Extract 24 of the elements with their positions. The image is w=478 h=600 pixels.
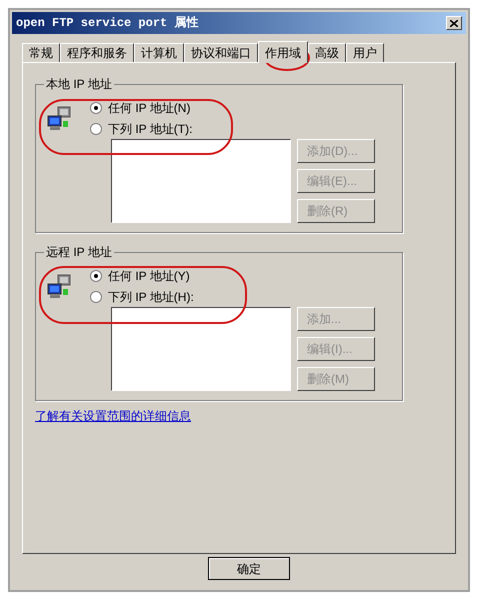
tab[interactable]: 协议和端口 bbox=[184, 43, 258, 62]
tab[interactable]: 作用域 bbox=[258, 41, 308, 63]
tab[interactable]: 用户 bbox=[346, 43, 384, 62]
tab[interactable]: 常规 bbox=[22, 43, 60, 62]
tab[interactable]: 程序和服务 bbox=[60, 43, 134, 62]
close-icon bbox=[450, 20, 458, 26]
tab[interactable]: 高级 bbox=[308, 43, 346, 62]
radio-option[interactable]: 任何 IP 地址(N) bbox=[90, 99, 192, 117]
radio-button[interactable] bbox=[90, 270, 102, 282]
ip-list-box[interactable] bbox=[111, 139, 291, 223]
window-title: open FTP service port 属性 bbox=[16, 15, 198, 32]
radio-option[interactable]: 下列 IP 地址(T): bbox=[90, 120, 192, 138]
help-link[interactable]: 了解有关设置范围的详细信息 bbox=[35, 407, 191, 425]
radio-option[interactable]: 任何 IP 地址(Y) bbox=[90, 267, 194, 285]
radio-button[interactable] bbox=[90, 291, 102, 303]
tab[interactable]: 计算机 bbox=[134, 43, 184, 62]
radio-button[interactable] bbox=[90, 102, 102, 114]
radio-option[interactable]: 下列 IP 地址(H): bbox=[90, 288, 194, 306]
group-label: 远程 IP 地址 bbox=[45, 244, 113, 261]
group-label: 本地 IP 地址 bbox=[45, 76, 113, 93]
close-button[interactable] bbox=[446, 16, 462, 30]
ok-button[interactable]: 确定 bbox=[208, 557, 290, 580]
ip-list-box[interactable] bbox=[111, 307, 291, 391]
radio-button[interactable] bbox=[90, 123, 102, 135]
